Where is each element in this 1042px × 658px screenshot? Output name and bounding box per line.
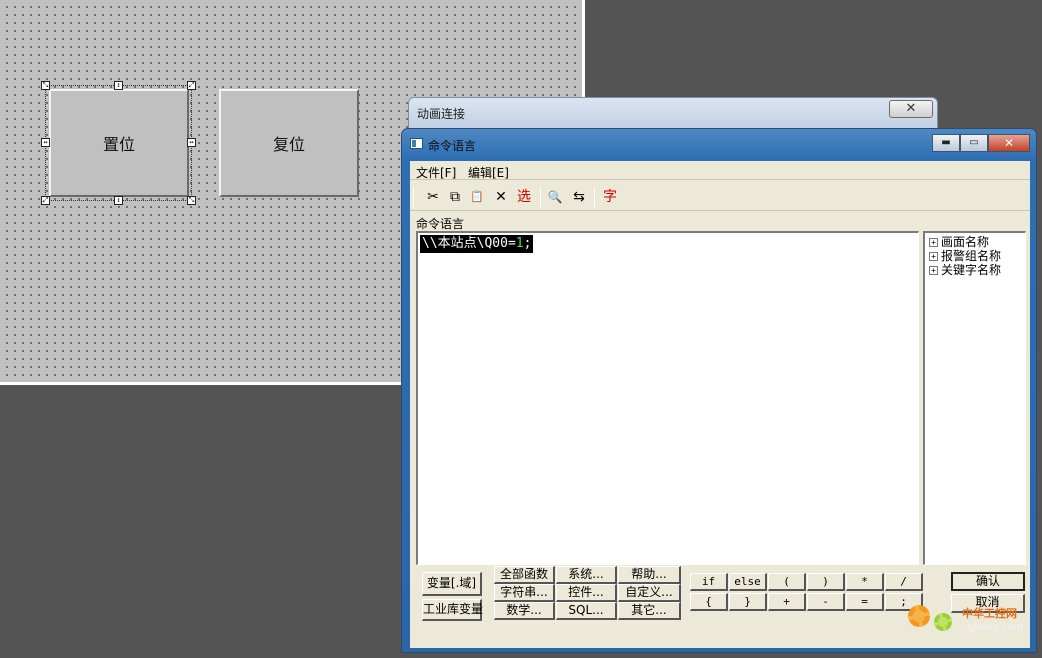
control-button[interactable]: 控件...	[556, 584, 617, 602]
gear-icon	[908, 605, 930, 627]
op-rparen-button[interactable]: )	[807, 573, 845, 591]
toolbar-separator	[594, 187, 595, 207]
other-button[interactable]: 其它...	[618, 602, 681, 620]
resize-handle-ne[interactable]: ⤢	[187, 81, 196, 90]
toolbar-separator	[413, 187, 414, 207]
menu-edit[interactable]: 编辑[E]	[468, 164, 509, 181]
window-title: 命令语言	[428, 139, 477, 153]
resize-handle-se[interactable]: ⤡	[187, 196, 196, 205]
expand-icon[interactable]: +	[929, 266, 938, 275]
window-client: 文件[F] 编辑[E] ✂ ⧉ 📋 ✕ 选 🔍 ⇆ 字 命令语言 \\本站点\Q…	[410, 161, 1030, 648]
name-tree[interactable]: + 画面名称 + 报警组名称 + 关键字名称	[923, 231, 1026, 565]
op-lparen-button[interactable]: (	[768, 573, 806, 591]
custom-button[interactable]: 自定义...	[618, 584, 681, 602]
op-divide-button[interactable]: /	[885, 573, 923, 591]
tree-item-keyword-names[interactable]: + 关键字名称	[929, 263, 1001, 277]
op-if-button[interactable]: if	[690, 573, 728, 591]
help-button[interactable]: 帮助...	[618, 566, 681, 584]
dialog-title: 动画连接	[417, 107, 466, 121]
set-button[interactable]: 置位	[49, 89, 189, 197]
code-value: 1	[515, 236, 524, 251]
command-language-window: 命令语言 ▬ ▭ ✕ 文件[F] 编辑[E] ✂ ⧉ 📋 ✕ 选 🔍 ⇆ 字 命…	[401, 128, 1037, 653]
op-multiply-button[interactable]: *	[846, 573, 884, 591]
maximize-button[interactable]: ▭	[960, 134, 988, 152]
toolbar-separator	[540, 187, 541, 207]
op-equals-button[interactable]: =	[846, 593, 884, 611]
math-button[interactable]: 数学...	[494, 602, 555, 620]
toolbar: ✂ ⧉ 📋 ✕ 选 🔍 ⇆ 字	[410, 181, 1030, 211]
code-text: \\本站点\Q00=	[422, 236, 516, 251]
delete-icon[interactable]: ✕	[492, 188, 510, 206]
menu-bar: 文件[F] 编辑[E]	[410, 161, 1030, 180]
code-editor[interactable]: \\本站点\Q00=1;	[416, 231, 919, 565]
copy-icon[interactable]: ⧉	[446, 188, 464, 206]
expand-icon[interactable]: +	[929, 238, 938, 247]
reset-button[interactable]: 复位	[219, 89, 359, 197]
replace-icon[interactable]: ⇆	[570, 188, 588, 206]
select-icon[interactable]: 选	[514, 188, 534, 206]
variable-field-button[interactable]: 变量[.域]	[422, 572, 482, 596]
cut-icon[interactable]: ✂	[424, 188, 442, 206]
code-line: \\本站点\Q00=1;	[420, 235, 534, 253]
confirm-button[interactable]: 确认	[951, 572, 1025, 591]
tree-item-label: 报警组名称	[941, 249, 1002, 263]
close-button[interactable]: ✕	[889, 100, 933, 118]
expand-icon[interactable]: +	[929, 252, 938, 261]
op-plus-button[interactable]: +	[768, 593, 806, 611]
watermark-url-text: gkong.com	[968, 622, 1024, 633]
string-button[interactable]: 字符串...	[494, 584, 555, 602]
tree-item-alarm-group-names[interactable]: + 报警组名称	[929, 249, 1001, 263]
resize-handle-e[interactable]: ↔	[187, 138, 196, 147]
paste-icon[interactable]: 📋	[468, 188, 486, 206]
gear-icon	[934, 613, 952, 631]
watermark-logo: 中华工控网 gkong.com	[906, 603, 1036, 639]
all-functions-button[interactable]: 全部函数	[494, 566, 555, 584]
op-lbrace-button[interactable]: {	[690, 593, 728, 611]
minimize-button[interactable]: ▬	[932, 134, 960, 152]
resize-handle-w[interactable]: ↔	[41, 138, 50, 147]
tree-item-screen-names[interactable]: + 画面名称	[929, 235, 989, 249]
find-icon[interactable]: 🔍	[546, 188, 564, 206]
tree-item-label: 画面名称	[941, 235, 990, 249]
op-else-button[interactable]: else	[729, 573, 767, 591]
op-rbrace-button[interactable]: }	[729, 593, 767, 611]
sql-button[interactable]: SQL...	[556, 602, 617, 620]
watermark-cn-text: 中华工控网	[962, 607, 1017, 620]
app-icon	[410, 138, 423, 149]
font-icon[interactable]: 字	[600, 188, 620, 206]
code-end: ;	[523, 236, 532, 251]
resize-handle-s[interactable]: ↕	[114, 196, 123, 205]
tree-item-label: 关键字名称	[941, 263, 1002, 277]
op-minus-button[interactable]: -	[807, 593, 845, 611]
editor-label: 命令语言	[416, 217, 465, 231]
close-button[interactable]: ✕	[988, 134, 1030, 152]
industrial-lib-variable-button[interactable]: 工业库变量	[422, 599, 483, 621]
menu-file[interactable]: 文件[F]	[416, 164, 456, 181]
resize-handle-sw[interactable]: ⤢	[41, 196, 50, 205]
resize-handle-n[interactable]: ↕	[114, 81, 123, 90]
system-button[interactable]: 系统...	[556, 566, 617, 584]
resize-handle-nw[interactable]: ⤡	[41, 81, 50, 90]
